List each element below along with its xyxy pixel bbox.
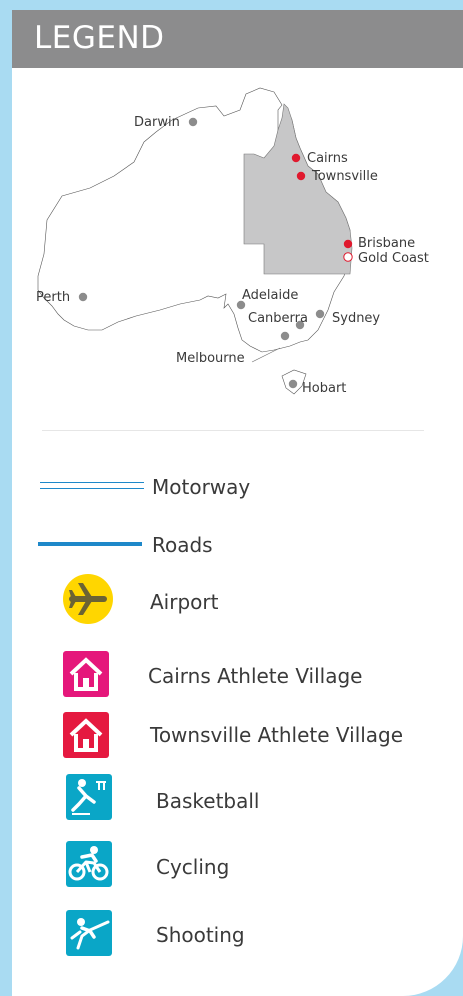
townsville-village-label: Townsville Athlete Village (150, 723, 404, 747)
city-label-darwin: Darwin (134, 115, 180, 130)
city-label-gold-coast: Gold Coast (358, 251, 429, 266)
city-label-cairns: Cairns (307, 151, 348, 166)
legend-panel: LEGEND Darwin Cairns Townsville Brisbane Gol… (12, 10, 463, 996)
city-marker-perth (78, 292, 88, 302)
legend-header: LEGEND (12, 10, 463, 68)
road-line (38, 542, 142, 546)
city-label-townsville: Townsville (311, 169, 378, 184)
basketball-icon (66, 774, 112, 820)
divider (42, 430, 424, 431)
city-marker-townsville (296, 171, 306, 181)
city-marker-gold-coast (343, 252, 353, 262)
shooting-icon (66, 910, 112, 956)
city-label-adelaide: Adelaide (242, 288, 298, 303)
cycling-icon (66, 841, 112, 887)
house-icon (63, 712, 109, 758)
motorway-label: Motorway (152, 475, 251, 499)
city-label-sydney: Sydney (332, 311, 380, 326)
legend-title: LEGEND (34, 20, 165, 56)
city-label-melbourne: Melbourne (176, 351, 245, 366)
airplane-icon (63, 574, 113, 624)
city-marker-sydney (315, 309, 325, 319)
city-marker-melbourne (280, 331, 290, 341)
cycling-label: Cycling (156, 855, 230, 879)
city-marker-brisbane (343, 239, 353, 249)
city-label-perth: Perth (36, 290, 70, 305)
city-label-brisbane: Brisbane (358, 236, 415, 251)
cairns-village-label: Cairns Athlete Village (148, 664, 363, 688)
city-marker-darwin (188, 117, 198, 127)
airport-label: Airport (150, 590, 219, 614)
motorway-line (40, 482, 144, 489)
city-marker-cairns (291, 153, 301, 163)
shooting-label: Shooting (156, 923, 245, 947)
roads-label: Roads (152, 533, 213, 557)
city-label-hobart: Hobart (302, 381, 346, 396)
australia-map: Darwin Cairns Townsville BrisbaneGold Coast… (36, 87, 429, 396)
house-icon (63, 651, 109, 697)
city-label-canberra: Canberra (248, 311, 308, 326)
basketball-label: Basketball (156, 789, 260, 813)
city-marker-hobart (288, 379, 298, 389)
